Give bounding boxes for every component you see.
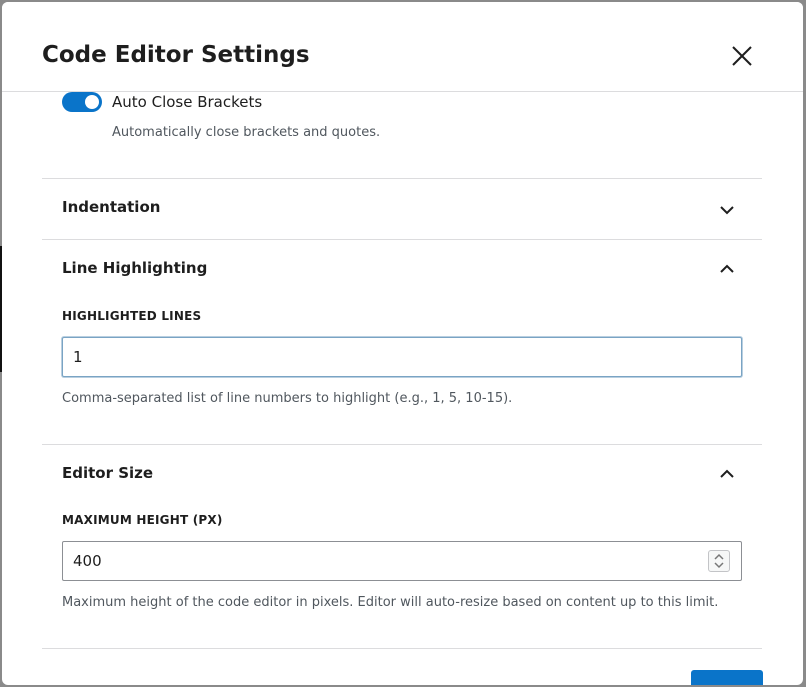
close-icon: [732, 46, 752, 66]
indentation-panel-toggle[interactable]: Indentation: [42, 179, 762, 239]
save-button[interactable]: [691, 670, 763, 685]
auto-close-brackets-help: Automatically close brackets and quotes.: [112, 125, 381, 140]
chevron-down-icon: [720, 206, 734, 215]
number-stepper[interactable]: [708, 550, 730, 572]
highlighted-lines-input[interactable]: [62, 337, 742, 377]
maximum-height-help: Maximum height of the code editor in pix…: [62, 595, 719, 610]
indentation-panel-title: Indentation: [62, 198, 161, 216]
auto-close-brackets-toggle[interactable]: [62, 92, 102, 112]
dialog-title: Code Editor Settings: [42, 42, 310, 68]
chevron-up-icon: [720, 264, 734, 273]
editor-size-panel-toggle[interactable]: Editor Size: [42, 445, 762, 505]
dialog-content: Auto Close Brackets Automatically close …: [2, 92, 803, 685]
divider: [42, 648, 762, 649]
stepper-arrows-icon: [714, 553, 724, 569]
chevron-up-icon: [720, 469, 734, 478]
settings-dialog: Code Editor Settings Auto Close Brackets…: [2, 2, 803, 685]
maximum-height-input[interactable]: [62, 541, 742, 581]
close-button[interactable]: [728, 42, 756, 70]
highlighted-lines-label: HIGHLIGHTED LINES: [62, 309, 202, 323]
maximum-height-label: MAXIMUM HEIGHT (PX): [62, 513, 223, 527]
line-highlighting-panel-toggle[interactable]: Line Highlighting: [42, 240, 762, 300]
line-highlighting-panel-title: Line Highlighting: [62, 259, 208, 277]
editor-size-panel-title: Editor Size: [62, 464, 154, 482]
dialog-header: Code Editor Settings: [2, 2, 803, 92]
toggle-knob: [85, 95, 99, 109]
auto-close-brackets-label: Auto Close Brackets: [112, 93, 263, 111]
highlighted-lines-help: Comma-separated list of line numbers to …: [62, 391, 513, 406]
